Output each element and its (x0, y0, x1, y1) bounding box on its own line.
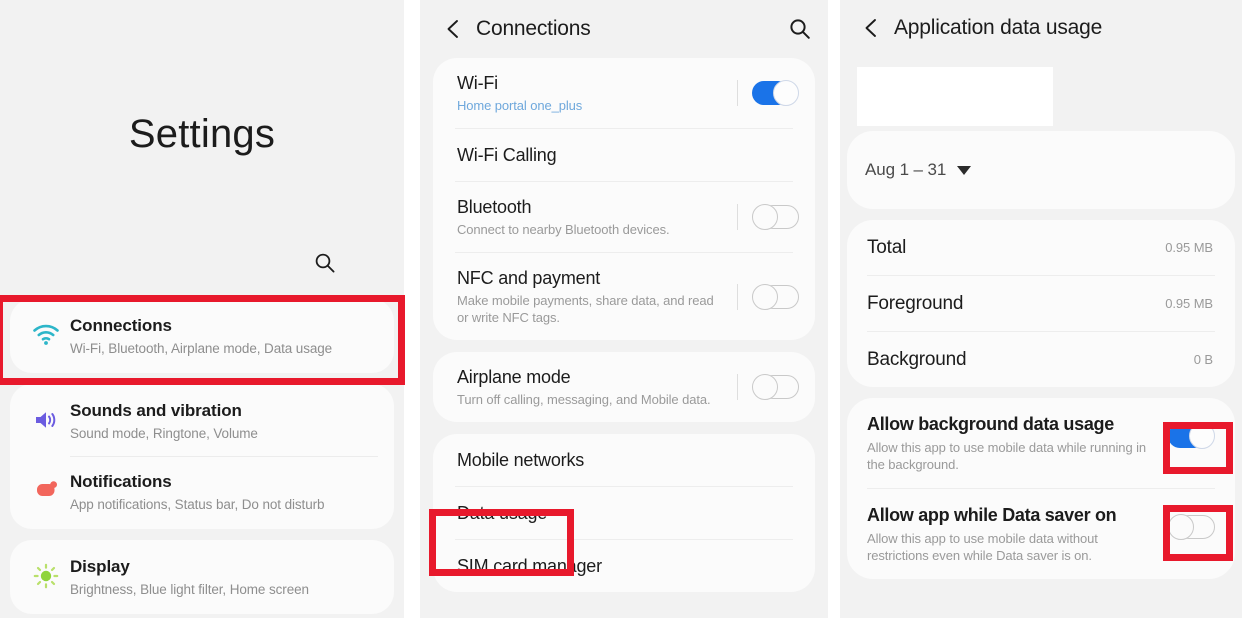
wifi-icon (26, 314, 66, 356)
sidebar-item-label: Display (70, 557, 130, 576)
list-item-label: NFC and payment (457, 268, 601, 288)
sidebar-item-subtitle: Wi-Fi, Bluetooth, Airplane mode, Data us… (70, 341, 333, 356)
settings-group-display: Display Brightness, Blue light filter, H… (10, 540, 394, 614)
usage-row-background: Background 0 B (847, 332, 1235, 387)
sidebar-item-subtitle: App notifications, Status bar, Do not di… (70, 497, 325, 512)
list-item-label: Data usage (457, 502, 548, 523)
sidebar-item-label: Sounds and vibration (70, 401, 242, 420)
list-item-nfc-and-payment[interactable]: NFC and payment Make mobile payments, sh… (433, 253, 815, 340)
bluetooth-toggle-wrap (723, 204, 799, 230)
divider (737, 283, 738, 310)
usage-summary-card: Total 0.95 MB Foreground 0.95 MB Backgro… (847, 220, 1235, 387)
application-data-usage-panel: Application data usage Aug 1 – 31 Total … (840, 0, 1242, 618)
settings-group-connections: Connections Wi-Fi, Bluetooth, Airplane m… (10, 299, 394, 373)
screenshot-stage: Settings Connections Wi-Fi, Bluetooth, A… (0, 0, 1242, 618)
list-item-data-usage[interactable]: Data usage (433, 487, 815, 539)
usage-value: 0 B (1193, 352, 1213, 367)
divider (737, 80, 738, 106)
brightness-sun-icon (26, 555, 66, 597)
list-item-label: Wi-Fi Calling (457, 144, 557, 165)
list-item-wifi-calling[interactable]: Wi-Fi Calling (433, 129, 815, 181)
app-name-redacted-block (857, 67, 1053, 126)
usage-value: 0.95 MB (1165, 296, 1213, 311)
sidebar-item-notifications[interactable]: Notifications App notifications, Status … (10, 457, 394, 527)
setting-allow-app-while-data-saver-on[interactable]: Allow app while Data saver on Allow this… (847, 489, 1235, 579)
setting-label: Allow background data usage (867, 414, 1114, 434)
search-icon[interactable] (789, 18, 811, 40)
list-item-label: Mobile networks (457, 449, 585, 470)
airplane-toggle-wrap (723, 374, 799, 400)
usage-row-total: Total 0.95 MB (847, 220, 1235, 275)
list-item-label: Airplane mode (457, 367, 571, 387)
airplane-mode-toggle[interactable] (752, 374, 799, 400)
usage-label: Foreground (867, 292, 964, 314)
list-item-wifi[interactable]: Wi-Fi Home portal one_plus (433, 58, 815, 128)
setting-description: Allow this app to use mobile data while … (867, 440, 1147, 472)
speaker-icon (26, 399, 66, 441)
list-item-subtitle: Make mobile payments, share data, and re… (457, 293, 714, 325)
allow-data-saver-toggle-wrap (1168, 504, 1215, 540)
allow-background-data-toggle-wrap (1168, 413, 1215, 449)
divider (737, 204, 738, 230)
list-item-subtitle: Turn off calling, messaging, and Mobile … (457, 392, 711, 407)
sidebar-item-display[interactable]: Display Brightness, Blue light filter, H… (10, 542, 394, 612)
page-title: Connections (476, 17, 591, 40)
connections-header: Connections (420, 0, 828, 58)
nfc-toggle-wrap (723, 283, 799, 310)
connections-group-2: Airplane mode Turn off calling, messagin… (433, 352, 815, 422)
list-item-mobile-networks[interactable]: Mobile networks (433, 434, 815, 486)
settings-group-sounds-notifications: Sounds and vibration Sound mode, Rington… (10, 384, 394, 529)
settings-panel: Settings Connections Wi-Fi, Bluetooth, A… (0, 0, 404, 618)
nfc-toggle[interactable] (752, 283, 799, 310)
data-permissions-card: Allow background data usage Allow this a… (847, 398, 1235, 579)
sidebar-item-label: Notifications (70, 472, 172, 491)
page-title: Application data usage (894, 16, 1103, 39)
list-item-airplane-mode[interactable]: Airplane mode Turn off calling, messagin… (433, 352, 815, 422)
list-item-sim-card-manager[interactable]: SIM card manager (433, 540, 815, 592)
sidebar-item-subtitle: Sound mode, Ringtone, Volume (70, 426, 258, 441)
connections-panel: Connections Wi-Fi Home portal one_plus W… (420, 0, 828, 618)
settings-hero: Settings (0, 0, 404, 295)
caret-down-icon[interactable] (957, 165, 972, 175)
list-item-label: Bluetooth (457, 197, 532, 217)
setting-label: Allow app while Data saver on (867, 505, 1117, 525)
notification-icon (26, 470, 66, 512)
list-item-subtitle: Connect to nearby Bluetooth devices. (457, 222, 670, 237)
list-item-subtitle: Home portal one_plus (457, 98, 583, 113)
list-item-label: Wi-Fi (457, 73, 498, 93)
period-selector-card: Aug 1 – 31 (847, 131, 1235, 209)
search-icon[interactable] (314, 252, 336, 274)
connections-group-1: Wi-Fi Home portal one_plus Wi-Fi Calling (433, 58, 815, 340)
sidebar-item-connections[interactable]: Connections Wi-Fi, Bluetooth, Airplane m… (10, 301, 394, 371)
setting-description: Allow this app to use mobile data withou… (867, 531, 1098, 563)
chevron-left-icon[interactable] (440, 16, 466, 42)
allow-data-saver-toggle[interactable] (1168, 514, 1215, 540)
usage-label: Total (867, 236, 907, 258)
period-selector[interactable]: Aug 1 – 31 (847, 160, 972, 180)
setting-allow-background-data-usage[interactable]: Allow background data usage Allow this a… (847, 398, 1235, 488)
bluetooth-toggle[interactable] (752, 204, 799, 230)
page-title: Settings (128, 112, 276, 156)
list-item-bluetooth[interactable]: Bluetooth Connect to nearby Bluetooth de… (433, 182, 815, 252)
sidebar-item-subtitle: Brightness, Blue light filter, Home scre… (70, 582, 309, 597)
usage-row-foreground: Foreground 0.95 MB (847, 276, 1235, 331)
usage-label: Background (867, 348, 967, 370)
allow-background-data-toggle[interactable] (1168, 423, 1215, 449)
sidebar-item-sounds-and-vibration[interactable]: Sounds and vibration Sound mode, Rington… (10, 386, 394, 456)
connections-group-3: Mobile networks Data usage SIM card mana… (433, 434, 815, 592)
divider (737, 374, 738, 400)
sidebar-item-label: Connections (70, 316, 172, 335)
wifi-toggle-wrap (723, 80, 799, 106)
chevron-left-icon[interactable] (858, 15, 884, 41)
wifi-toggle[interactable] (752, 80, 799, 106)
usage-value: 0.95 MB (1165, 240, 1213, 255)
list-item-label: SIM card manager (457, 555, 602, 576)
period-label: Aug 1 – 31 (865, 160, 947, 179)
app-data-usage-header: Application data usage (840, 0, 1242, 56)
